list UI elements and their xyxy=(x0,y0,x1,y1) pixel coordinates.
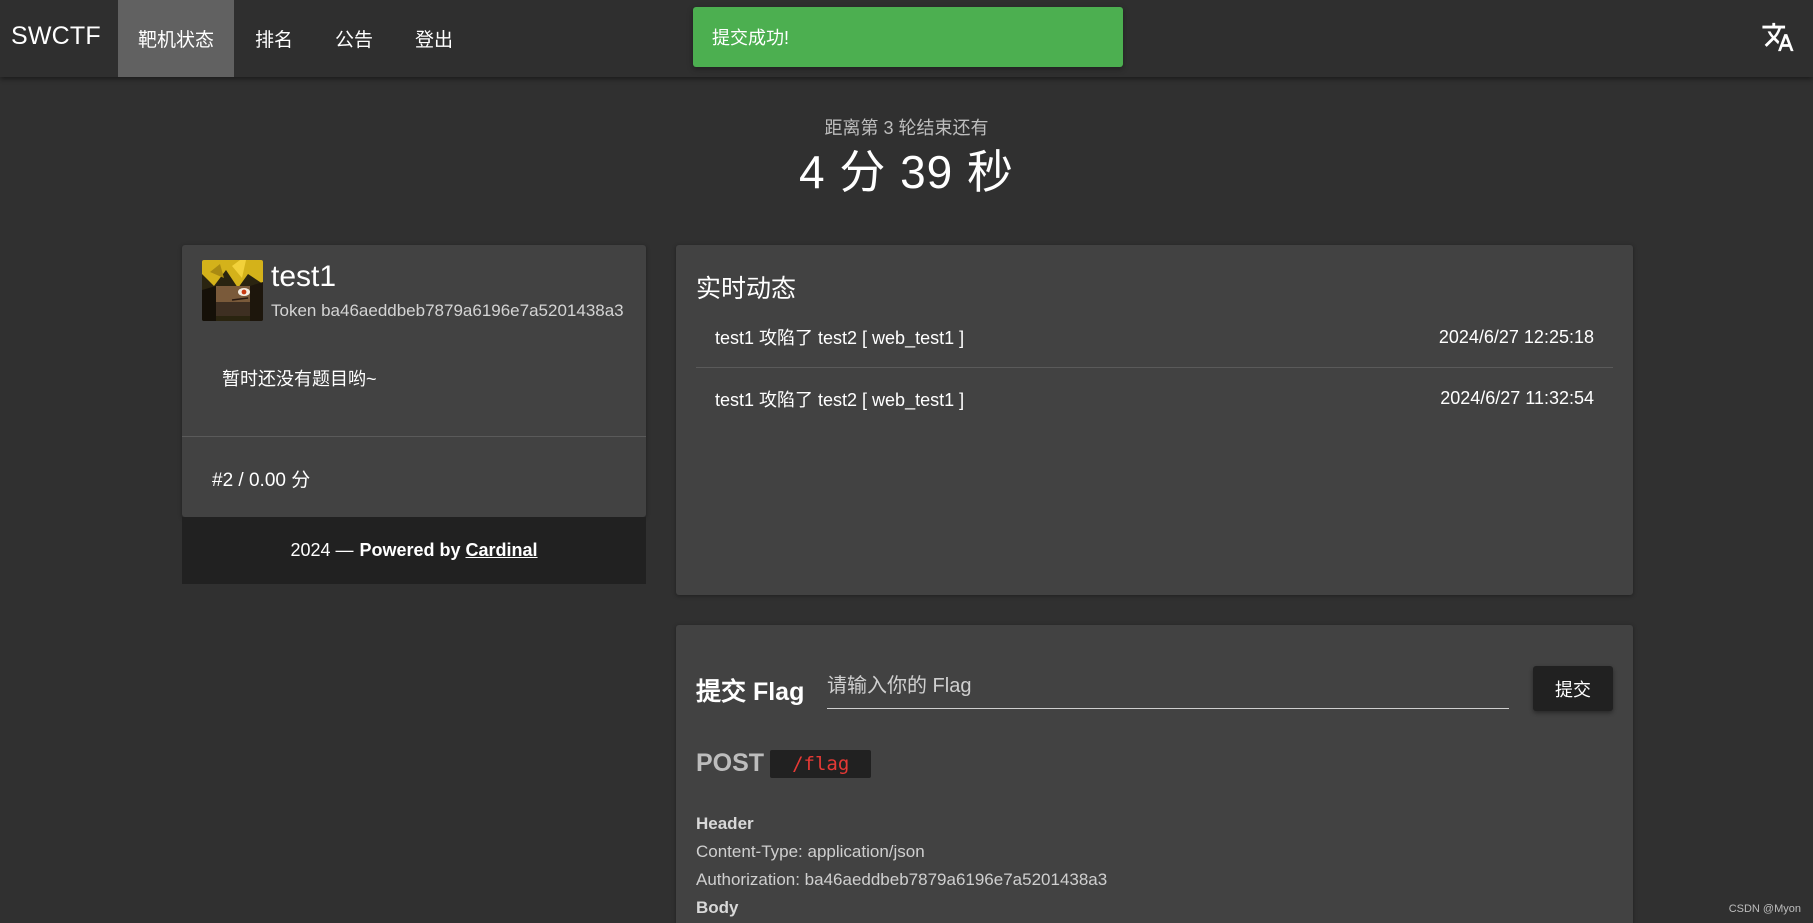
live-feed-card: 实时动态 test1 攻陷了 test2 [ web_test1 ] 2024/… xyxy=(676,245,1633,595)
api-body-label: Body xyxy=(696,898,739,917)
empty-challenges-text: 暂时还没有题目哟~ xyxy=(222,369,377,389)
submit-flag-card: 提交 Flag 提交 POST /flag Header Content-Typ… xyxy=(676,625,1633,923)
nav-announcements[interactable]: 公告 xyxy=(314,0,394,77)
translate-icon[interactable] xyxy=(1761,20,1795,54)
round-countdown-time: 4 分 39 秒 xyxy=(798,146,1015,198)
nav-ranking[interactable]: 排名 xyxy=(234,0,314,77)
success-toast: 提交成功! xyxy=(693,7,1123,67)
avatar xyxy=(202,260,263,321)
footer-powered-by: Powered by xyxy=(359,540,461,560)
page-footer: 2024 — Powered by Cardinal xyxy=(182,517,646,584)
feed-event-text: test1 攻陷了 test2 [ web_test1 ] xyxy=(715,328,965,348)
api-endpoint: POST /flag xyxy=(696,749,872,778)
nav-logout[interactable]: 登出 xyxy=(394,0,474,77)
footer-cardinal-link[interactable]: Cardinal xyxy=(466,540,538,561)
submit-flag-title: 提交 Flag xyxy=(696,678,805,706)
api-authorization: Authorization: ba46aeddbeb7879a6196e7a52… xyxy=(696,870,1108,889)
team-profile-card: test1 Token ba46aeddbeb7879a6196e7a52014… xyxy=(182,245,646,517)
watermark: CSDN @Myon⁠ xyxy=(1728,903,1801,915)
nav-target-status[interactable]: 靶机状态 xyxy=(118,0,235,77)
flag-input[interactable] xyxy=(827,665,1509,709)
footer-year: 2024 — xyxy=(290,540,354,560)
feed-event-time: 2024/6/27 12:25:18 xyxy=(1438,326,1594,347)
team-token: Token ba46aeddbeb7879a6196e7a5201438a3 xyxy=(271,301,624,320)
list-item: test1 攻陷了 test2 [ web_test1 ] 2024/6/27 … xyxy=(696,368,1613,429)
feed-event-time: 2024/6/27 11:32:54 xyxy=(1440,388,1594,408)
api-content-type: Content-Type: application/json xyxy=(696,842,925,861)
api-docs: Header Content-Type: application/json Au… xyxy=(696,810,1107,922)
list-item: test1 攻陷了 test2 [ web_test1 ] 2024/6/27 … xyxy=(696,307,1613,368)
divider xyxy=(182,436,646,437)
live-feed-title: 实时动态 xyxy=(696,275,797,303)
submit-flag-button[interactable]: 提交 xyxy=(1533,666,1613,711)
team-username: test1 xyxy=(271,260,337,293)
api-header-label: Header xyxy=(696,814,754,833)
main-nav: 靶机状态 排名 公告 登出 xyxy=(118,0,474,77)
feed-event-text: test1 攻陷了 test2 [ web_test1 ] xyxy=(715,389,965,410)
brand-title[interactable]: SWCTF xyxy=(11,22,101,51)
rank-score: #2 / 0.00 分 xyxy=(212,470,311,491)
api-path: /flag xyxy=(770,749,872,778)
live-feed-list: test1 攻陷了 test2 [ web_test1 ] 2024/6/27 … xyxy=(696,307,1613,429)
api-method: POST xyxy=(696,749,765,777)
